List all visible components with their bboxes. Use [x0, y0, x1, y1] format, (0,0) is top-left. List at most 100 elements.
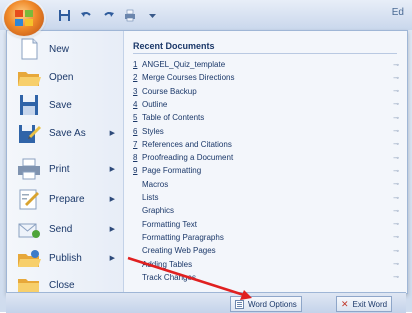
command-label: Open — [49, 71, 74, 83]
print-icon — [17, 158, 41, 180]
divider — [133, 53, 397, 54]
document-name: Styles — [142, 126, 164, 136]
title-bar: Ed — [0, 0, 412, 30]
command-list: New Open Save Save As ▶ Print ▶ Prepare … — [7, 31, 124, 294]
pin-icon[interactable]: ⊸ — [393, 61, 399, 69]
save-as-command[interactable]: Save As ▶ — [9, 120, 121, 146]
exit-word-button[interactable]: ✕ Exit Word — [336, 296, 393, 312]
command-label: Close — [49, 279, 75, 291]
pin-icon[interactable]: ⊸ — [393, 140, 399, 148]
pin-icon[interactable]: ⊸ — [393, 273, 399, 281]
document-name: Proofreading a Document — [142, 153, 234, 163]
document-name: Creating Web Pages — [142, 246, 216, 256]
document-name: Formatting Text — [142, 219, 197, 229]
recent-documents-header: Recent Documents — [133, 41, 215, 51]
recent-document-item[interactable]: 8 Proofreading a Document ⊸ — [133, 151, 399, 164]
recent-documents-panel: Recent Documents 1 ANGEL_Quiz_template ⊸ 2 M… — [124, 31, 407, 293]
menu-footer: Word Options ✕ Exit Word — [6, 292, 406, 313]
recent-document-item[interactable]: 2 Merge Courses Directions ⊸ — [133, 71, 399, 84]
word-options-label: Word Options — [248, 299, 297, 309]
pin-icon[interactable]: ⊸ — [393, 180, 399, 188]
document-name: Graphics — [142, 206, 175, 216]
open-command[interactable]: Open — [9, 64, 121, 90]
publish-icon — [17, 247, 41, 269]
recent-document-item[interactable]: 6 Styles ⊸ — [133, 125, 399, 138]
recent-document-item[interactable]: Graphics ⊸ — [133, 204, 399, 217]
send-command[interactable]: Send ▶ — [9, 216, 121, 242]
document-number: 9 — [133, 166, 138, 176]
office-button[interactable] — [4, 0, 44, 36]
undo-icon[interactable] — [78, 7, 94, 23]
recent-document-item[interactable]: Track Changes ⊸ — [133, 271, 399, 284]
submenu-arrow-icon: ▶ — [109, 255, 115, 262]
recent-document-item[interactable]: 1 ANGEL_Quiz_template ⊸ — [133, 58, 399, 71]
document-name: Table of Contents — [142, 113, 205, 123]
recent-document-item[interactable]: Macros ⊸ — [133, 178, 399, 191]
office-logo-icon — [15, 10, 33, 26]
document-name: Adding Tables — [142, 259, 193, 269]
recent-document-item[interactable]: Formatting Text ⊸ — [133, 218, 399, 231]
recent-document-item[interactable]: Formatting Paragraphs ⊸ — [133, 231, 399, 244]
quick-access-toolbar — [56, 6, 160, 24]
pin-icon[interactable]: ⊸ — [393, 100, 399, 108]
word-options-button[interactable]: Word Options — [230, 296, 302, 312]
customize-icon[interactable] — [144, 7, 160, 23]
pin-icon[interactable]: ⊸ — [393, 220, 399, 228]
pin-icon[interactable]: ⊸ — [393, 207, 399, 215]
recent-document-item[interactable]: 4 Outline ⊸ — [133, 98, 399, 111]
document-name: Formatting Paragraphs — [142, 232, 224, 242]
pin-icon[interactable]: ⊸ — [393, 87, 399, 95]
send-icon — [17, 218, 41, 240]
quickprint-icon[interactable] — [122, 7, 138, 23]
pin-icon[interactable]: ⊸ — [393, 154, 399, 162]
recent-document-item[interactable]: 9 Page Formatting ⊸ — [133, 164, 399, 177]
redo-icon[interactable] — [100, 7, 116, 23]
document-name: Lists — [142, 193, 159, 202]
exit-icon: ✕ — [341, 298, 349, 309]
pin-icon[interactable]: ⊸ — [393, 194, 399, 202]
recent-document-item[interactable]: Lists ⊸ — [133, 191, 399, 204]
recent-document-item[interactable]: Adding Tables ⊸ — [133, 258, 399, 271]
recent-document-item[interactable]: 5 Table of Contents ⊸ — [133, 111, 399, 124]
office-menu: New Open Save Save As ▶ Print ▶ Prepare … — [6, 30, 408, 294]
recent-document-item[interactable]: 3 Course Backup ⊸ — [133, 85, 399, 98]
new-document-icon — [17, 38, 41, 60]
document-number: 1 — [133, 60, 138, 69]
submenu-arrow-icon: ▶ — [109, 196, 115, 203]
prepare-icon — [17, 188, 41, 210]
document-name: Merge Courses Directions — [142, 73, 235, 83]
command-label: Send — [49, 223, 73, 235]
save-icon[interactable] — [56, 7, 72, 23]
submenu-arrow-icon: ▶ — [109, 130, 115, 137]
pin-icon[interactable]: ⊸ — [393, 167, 399, 175]
command-label: Save — [49, 99, 72, 111]
save-as-icon — [17, 122, 41, 144]
pin-icon[interactable]: ⊸ — [393, 74, 399, 82]
pin-icon[interactable]: ⊸ — [393, 260, 399, 268]
pin-icon[interactable]: ⊸ — [393, 127, 399, 135]
command-label: Save As — [49, 127, 86, 139]
document-number: 5 — [133, 113, 138, 123]
window-title: Ed — [391, 7, 404, 18]
publish-command[interactable]: Publish ▶ — [9, 245, 121, 271]
document-number: 6 — [133, 126, 138, 136]
new-command[interactable]: New — [9, 36, 121, 62]
recent-document-item[interactable]: 7 References and Citations ⊸ — [133, 138, 399, 151]
recent-document-item[interactable]: Creating Web Pages ⊸ — [133, 244, 399, 257]
submenu-arrow-icon: ▶ — [109, 226, 115, 233]
document-name: Track Changes — [142, 272, 196, 282]
document-number: 8 — [133, 153, 138, 163]
document-number: 2 — [133, 73, 138, 83]
command-label: Print — [49, 163, 70, 175]
print-command[interactable]: Print ▶ — [9, 156, 121, 182]
save-command[interactable]: Save — [9, 92, 121, 118]
prepare-command[interactable]: Prepare ▶ — [9, 186, 121, 212]
pin-icon[interactable]: ⊸ — [393, 247, 399, 255]
word-window: Ed New Open Save Save As ▶ Print ▶ Prepa… — [0, 0, 412, 313]
exit-word-label: Exit Word — [352, 299, 388, 309]
document-name: Outline — [142, 99, 168, 109]
document-name: Macros — [142, 179, 169, 189]
options-icon — [235, 299, 244, 309]
pin-icon[interactable]: ⊸ — [393, 114, 399, 122]
pin-icon[interactable]: ⊸ — [393, 233, 399, 241]
